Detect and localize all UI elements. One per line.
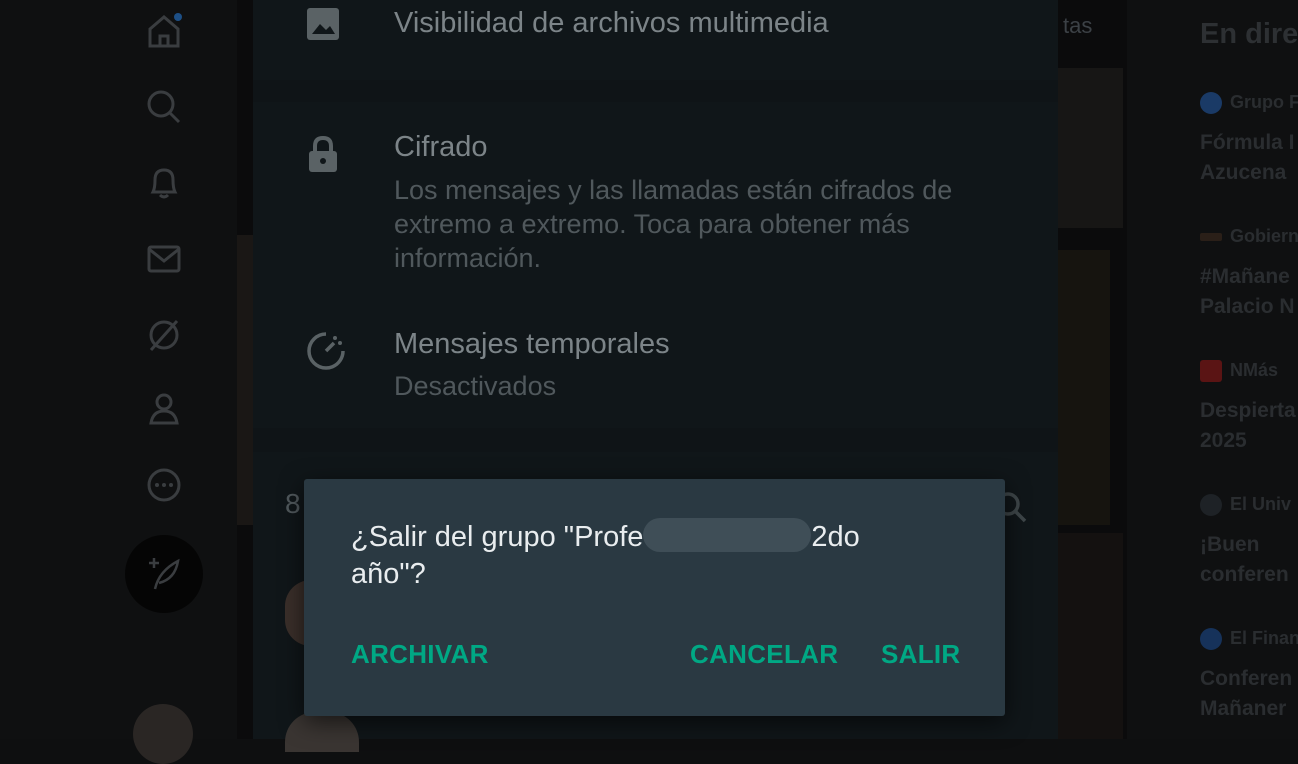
mail-icon[interactable] [145, 240, 183, 278]
source-avatar [1200, 494, 1222, 517]
archive-button[interactable]: ARCHIVAR [351, 639, 489, 670]
feed-media [1058, 250, 1110, 525]
grok-icon[interactable] [145, 316, 183, 354]
trend-text[interactable]: Despierta 2025 [1200, 396, 1296, 456]
more-icon[interactable] [145, 466, 183, 504]
trend-line: #Mañane [1200, 265, 1290, 288]
trend-source-name: Grupo F [1230, 92, 1298, 112]
disappearing-messages-status: Desactivados [394, 371, 557, 401]
search-icon[interactable] [145, 88, 183, 126]
trend-line: conferen [1200, 563, 1289, 586]
lock-icon [305, 134, 341, 179]
trend-text[interactable]: Conferen Mañaner [1200, 664, 1292, 724]
trend-source[interactable]: NMás [1200, 360, 1279, 383]
media-visibility-title: Visibilidad de archivos multimedia [394, 7, 829, 39]
dialog-message-text: año"? [351, 558, 426, 590]
trend-text[interactable]: ¡Buen conferen [1200, 530, 1289, 590]
trend-source-name: El Univ [1230, 494, 1292, 514]
compose-button[interactable] [125, 535, 203, 613]
trend-source[interactable]: El Finan [1200, 628, 1298, 651]
trend-line: 2025 [1200, 429, 1247, 452]
timer-icon [305, 330, 347, 377]
dialog-message-text: 2do [811, 521, 860, 553]
trend-source-name: Gobiern [1230, 226, 1298, 246]
left-navigation [0, 0, 237, 764]
dialog-message-text: ¿Salir del grupo "Profe [351, 521, 644, 553]
feather-plus-icon [149, 558, 180, 590]
source-avatar [1200, 360, 1222, 383]
bell-icon[interactable] [145, 164, 183, 202]
encryption-line: información. [394, 243, 542, 273]
trend-source[interactable]: Grupo F [1200, 92, 1298, 115]
leave-group-dialog: ¿Salir del grupo "Profe 2do año"? ARCHIVAR… [304, 479, 1005, 716]
home-icon[interactable] [145, 12, 183, 50]
encryption-line: Los mensajes y las llamadas están cifrad… [394, 175, 953, 205]
trend-line: Palacio N [1200, 295, 1295, 318]
trend-line: Mañaner [1200, 697, 1287, 720]
feed-media [1058, 68, 1123, 228]
feed-tab-label[interactable]: tas [1063, 13, 1092, 39]
trend-source[interactable]: El Univ [1200, 494, 1292, 517]
redacted-group-name [643, 518, 812, 553]
encryption-description[interactable]: Los mensajes y las llamadas están cifrad… [394, 173, 952, 275]
member-avatar[interactable] [285, 712, 359, 752]
feed-media [1058, 533, 1123, 739]
trend-source[interactable]: Gobiern [1200, 226, 1298, 247]
trend-line: Conferen [1200, 667, 1293, 690]
source-avatar [1200, 628, 1222, 651]
trend-text[interactable]: #Mañane Palacio N [1200, 262, 1295, 322]
trend-line: Azucena [1200, 161, 1287, 184]
account-avatar[interactable] [133, 704, 193, 764]
trend-source-name: NMás [1230, 360, 1279, 380]
feed-media [237, 235, 253, 525]
trend-source-name: El Finan [1230, 628, 1298, 648]
media-visibility-row[interactable]: Visibilidad de archivos multimedia [253, 0, 1058, 80]
leave-button[interactable]: SALIR [881, 639, 961, 670]
encryption-title[interactable]: Cifrado [394, 131, 488, 164]
members-count: 8 [285, 488, 301, 519]
disappearing-messages-title[interactable]: Mensajes temporales [394, 328, 670, 361]
source-avatar [1200, 92, 1222, 115]
trend-line: Despierta [1200, 399, 1296, 422]
trends-heading: En dire [1200, 18, 1298, 50]
source-avatar [1200, 233, 1222, 242]
trend-line: ¡Buen [1200, 533, 1260, 556]
trend-line: Fórmula I [1200, 131, 1295, 154]
encryption-line: extremo a extremo. Toca para obtener más [394, 209, 910, 239]
image-icon [305, 6, 341, 47]
trend-text[interactable]: Fórmula I Azucena [1200, 128, 1295, 188]
cancel-button[interactable]: CANCELAR [690, 639, 838, 670]
profile-icon[interactable] [145, 390, 183, 428]
dialog-message: ¿Salir del grupo "Profe 2do año"? [351, 518, 951, 593]
